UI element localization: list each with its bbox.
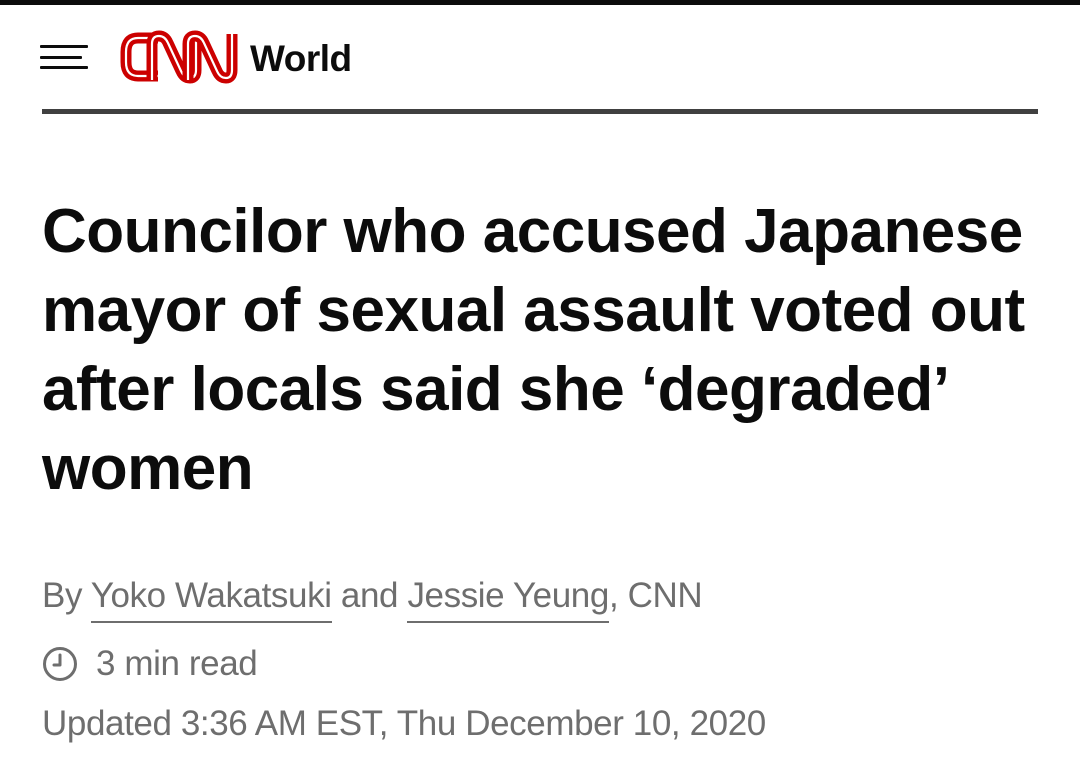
cnn-logo[interactable]	[118, 26, 238, 88]
article-headline: Councilor who accused Japanese mayor of …	[42, 197, 1025, 503]
header-divider	[42, 109, 1038, 114]
byline: By Yoko Wakatsuki and Jessie Yeung, CNN	[42, 574, 703, 623]
updated-timestamp: Updated 3:36 AM EST, Thu December 10, 20…	[42, 704, 766, 743]
menu-line	[40, 45, 88, 48]
byline-prefix: By	[42, 576, 83, 615]
hamburger-menu-icon[interactable]	[40, 37, 88, 77]
menu-line	[40, 66, 88, 69]
section-name[interactable]: World	[250, 38, 352, 80]
clock-icon	[43, 647, 77, 681]
read-time-label: 3 min read	[96, 644, 258, 683]
menu-line	[40, 55, 82, 59]
author-link-yoko-wakatsuki[interactable]: Yoko Wakatsuki	[90, 576, 332, 623]
author-link-jessie-yeung[interactable]: Jessie Yeung	[407, 576, 609, 623]
top-border	[0, 0, 1080, 5]
site-header: World	[40, 22, 1040, 92]
byline-suffix: , CNN	[608, 576, 703, 615]
byline-conjunction: and	[340, 576, 399, 615]
read-time: 3 min read	[42, 644, 258, 684]
